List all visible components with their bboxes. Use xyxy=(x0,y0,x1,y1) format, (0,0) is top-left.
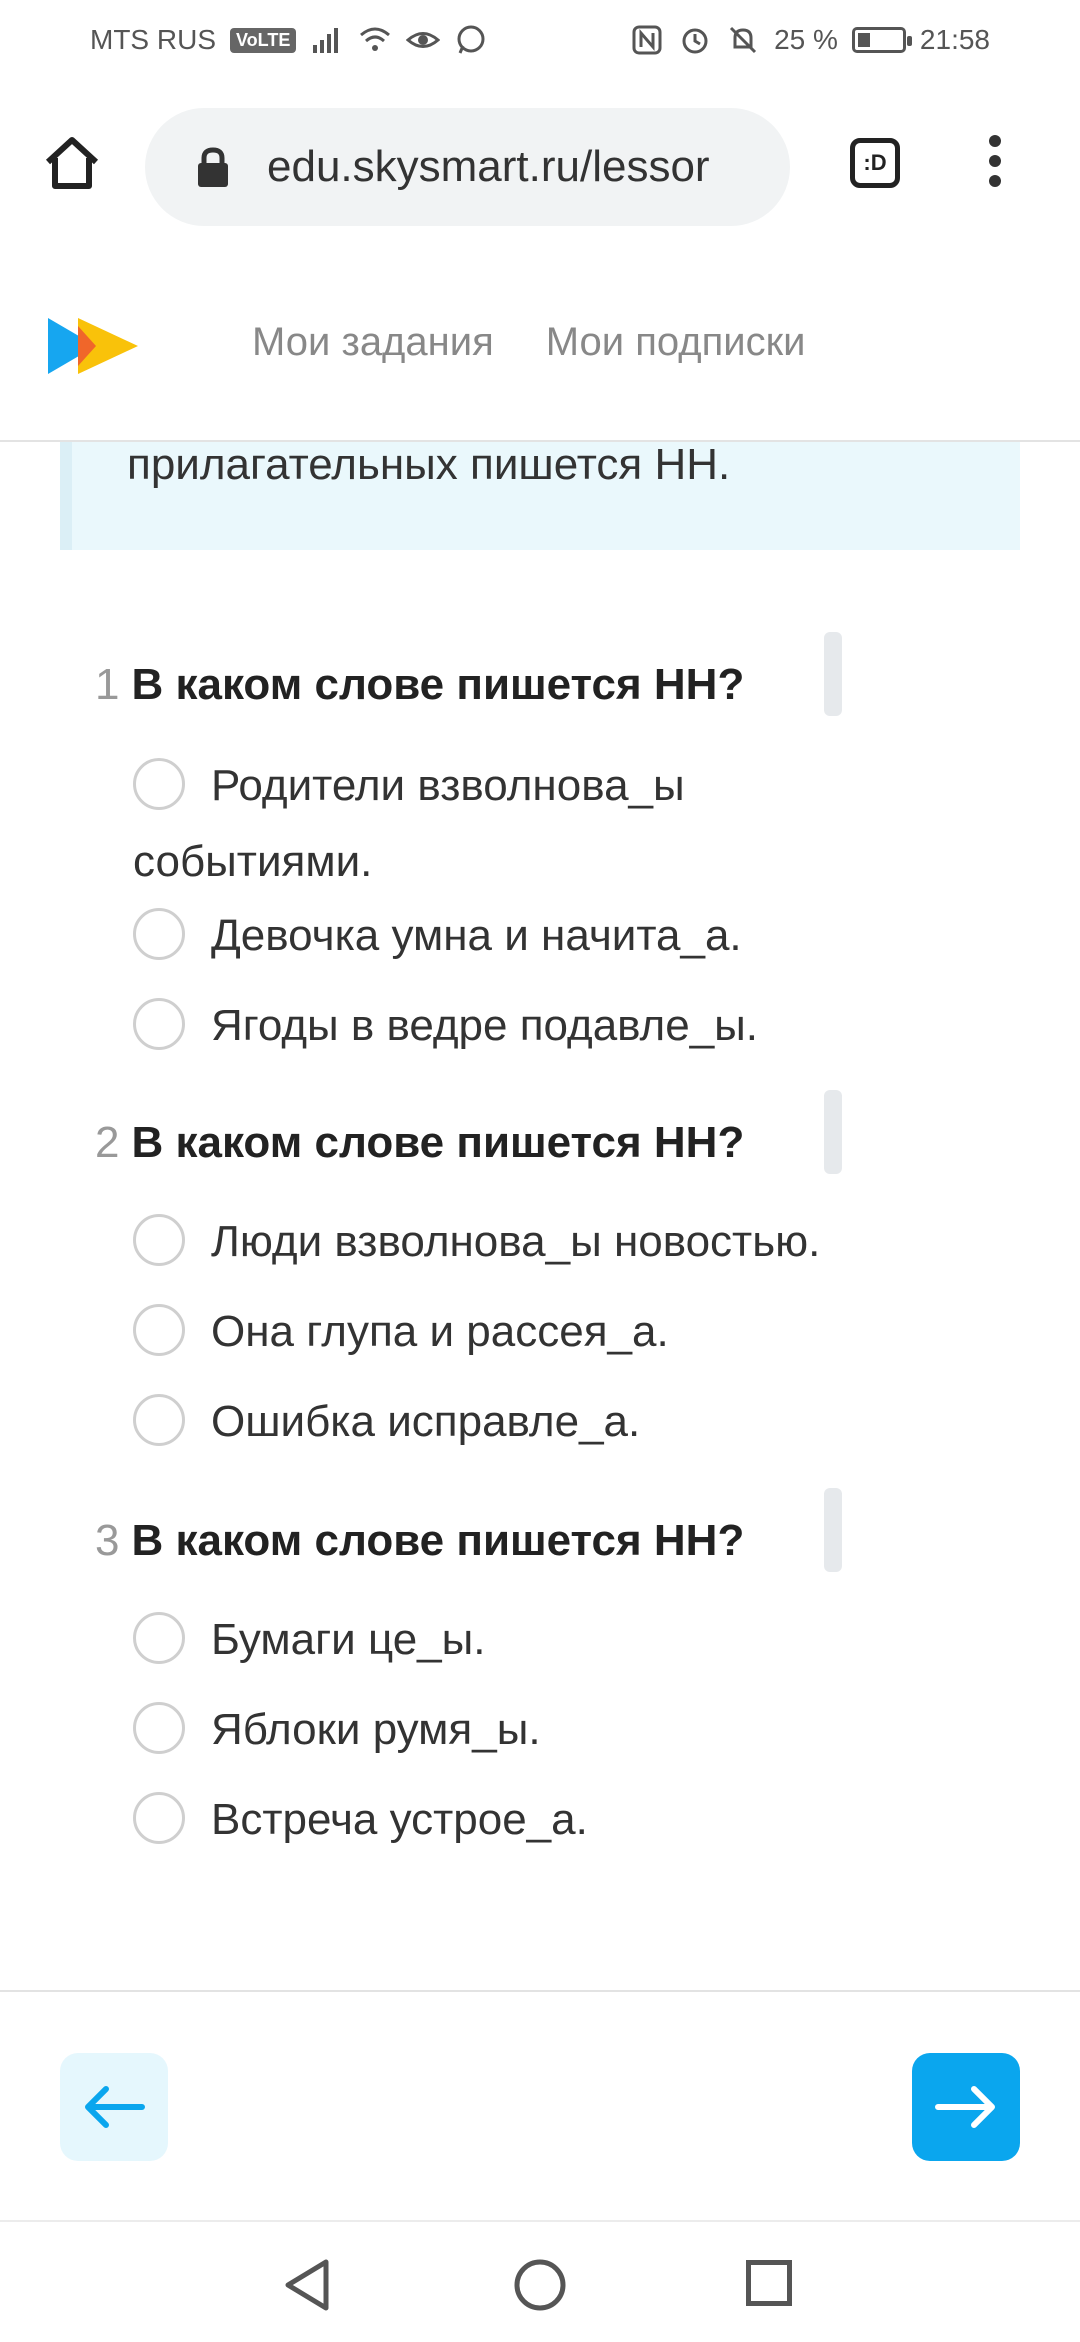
radio-button[interactable] xyxy=(133,998,185,1051)
answer-option[interactable]: Ошибка исправле_а. xyxy=(133,1384,640,1460)
radio-button[interactable] xyxy=(133,908,185,961)
status-left: MTS RUS VoLTE xyxy=(90,23,488,57)
question-header: 2 В каком слове пишется НН? xyxy=(95,1118,744,1168)
tabs-button[interactable]: :D xyxy=(850,138,900,188)
whatsapp-icon xyxy=(457,25,485,54)
arrow-right-icon xyxy=(935,2086,995,2128)
question-title: В каком слове пишется НН? xyxy=(131,1118,745,1167)
volte-badge: VoLTE xyxy=(230,27,297,53)
question-header: 1 В каком слове пишется НН? xyxy=(95,660,744,710)
eye-icon xyxy=(406,32,441,48)
url-text: edu.skysmart.ru/lessor xyxy=(267,142,710,191)
radio-button[interactable] xyxy=(133,1394,185,1447)
arrow-left-icon xyxy=(85,2086,145,2128)
question-number: 3 xyxy=(95,1516,120,1565)
question-title: В каком слове пишется НН? xyxy=(131,660,745,709)
nav-my-subscriptions[interactable]: Мои подписки xyxy=(546,320,806,365)
option-label: Яблоки румя_ы. xyxy=(211,1705,541,1754)
answer-option[interactable]: Люди взволнова_ы новостью. xyxy=(133,1204,820,1280)
nav-my-tasks[interactable]: Мои задания xyxy=(252,320,494,365)
wifi-icon xyxy=(360,27,391,51)
mute-bell-icon xyxy=(730,26,757,54)
option-label: Люди взволнова_ы новостью. xyxy=(211,1217,821,1266)
radio-button[interactable] xyxy=(133,1702,185,1755)
option-label: Она глупа и рассея_а. xyxy=(211,1307,669,1356)
clock: 21:58 xyxy=(919,24,990,55)
question-title: В каком слове пишется НН? xyxy=(131,1516,745,1565)
back-icon[interactable] xyxy=(282,2258,332,2312)
option-label: Ошибка исправле_а. xyxy=(211,1397,641,1446)
home-icon[interactable] xyxy=(40,130,104,194)
question-side-bar xyxy=(824,1488,842,1572)
home-circle-icon[interactable] xyxy=(513,2258,567,2312)
answer-option[interactable]: Родители взволнова_ы событиями. xyxy=(133,748,853,900)
option-label: Встреча устрое_а. xyxy=(211,1795,588,1844)
question-side-bar xyxy=(824,1090,842,1174)
skysmart-logo-icon[interactable] xyxy=(48,312,144,380)
recent-apps-icon[interactable] xyxy=(746,2260,792,2306)
answer-option[interactable]: Бумаги це_ы. xyxy=(133,1602,485,1678)
radio-button[interactable] xyxy=(133,758,185,811)
option-label: Бумаги це_ы. xyxy=(211,1615,486,1664)
option-label: Родители взволнова_ы событиями. xyxy=(133,761,685,886)
previous-button[interactable] xyxy=(60,2053,168,2161)
answer-option[interactable]: Она глупа и рассея_а. xyxy=(133,1294,669,1370)
radio-button[interactable] xyxy=(133,1304,185,1357)
option-label: Девочка умна и начита_а. xyxy=(211,911,742,960)
signal-icon xyxy=(313,28,339,53)
system-nav-bar xyxy=(0,2220,1080,2342)
rule-text: прилагательных пишется НН. xyxy=(127,440,731,489)
overflow-menu-icon[interactable] xyxy=(980,135,1010,195)
footer-divider xyxy=(0,1990,1080,1992)
question-number: 2 xyxy=(95,1118,120,1167)
question-header: 3 В каком слове пишется НН? xyxy=(95,1516,744,1566)
answer-option[interactable]: Яблоки румя_ы. xyxy=(133,1692,541,1768)
status-right: 25 % 21:58 xyxy=(630,23,990,57)
answer-option[interactable]: Ягоды в ведре подавле_ы. xyxy=(133,988,758,1064)
answer-option[interactable]: Встреча устрое_а. xyxy=(133,1782,588,1858)
carrier-label: MTS RUS xyxy=(90,24,216,55)
browser-toolbar: edu.skysmart.ru/lessor :D xyxy=(0,80,1080,251)
radio-button[interactable] xyxy=(133,1214,185,1267)
battery-icon xyxy=(851,27,912,53)
question-side-bar xyxy=(824,632,842,716)
question-number: 1 xyxy=(95,660,120,709)
battery-percent: 25 % xyxy=(774,24,838,55)
next-button[interactable] xyxy=(912,2053,1020,2161)
alarm-icon xyxy=(682,28,708,54)
lock-icon xyxy=(198,147,228,187)
address-bar[interactable]: edu.skysmart.ru/lessor xyxy=(145,108,790,226)
site-header: Мои задания Мои подписки xyxy=(0,250,1080,442)
nfc-icon xyxy=(632,25,662,55)
answer-option[interactable]: Девочка умна и начита_а. xyxy=(133,898,742,974)
status-bar: MTS RUS VoLTE 25 % 21:58 xyxy=(0,0,1080,80)
radio-button[interactable] xyxy=(133,1612,185,1665)
site-nav: Мои задания Мои подписки xyxy=(252,320,805,365)
option-label: Ягоды в ведре подавле_ы. xyxy=(211,1001,759,1050)
radio-button[interactable] xyxy=(133,1792,185,1845)
